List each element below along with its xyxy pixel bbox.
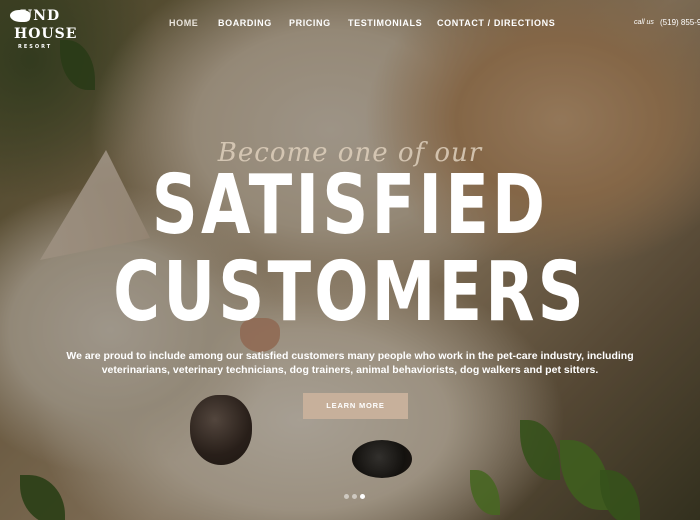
slider-pagination (344, 494, 370, 500)
nav-item-testimonials[interactable]: TESTIMONIALS (348, 18, 422, 28)
logo-text-line1: UND (20, 8, 61, 24)
slider-dot-active[interactable] (360, 494, 365, 499)
slider-dot[interactable] (352, 494, 357, 499)
slider-dot[interactable] (344, 494, 349, 499)
top-navigation: UND HOUSE RESORT HOME BOARDING PRICING T… (0, 0, 700, 50)
hero-title-line1: SATISFIED (151, 158, 549, 253)
hero-banner: UND HOUSE RESORT HOME BOARDING PRICING T… (0, 0, 700, 520)
hero-description: We are proud to include among our satisf… (66, 350, 634, 376)
learn-more-button[interactable]: LEARN MORE (303, 393, 408, 419)
nav-item-pricing[interactable]: PRICING (289, 18, 331, 28)
logo-text-line2: HOUSE (14, 26, 78, 42)
call-us-label: call us (634, 19, 654, 26)
nav-item-boarding[interactable]: BOARDING (218, 18, 272, 28)
nav-item-contact-directions[interactable]: CONTACT / DIRECTIONS (437, 18, 555, 28)
hero-title-line2: CUSTOMERS (113, 245, 587, 340)
phone-number-link[interactable]: (519) 855-95 (660, 18, 700, 27)
site-logo[interactable]: UND HOUSE RESORT (8, 4, 76, 52)
nav-item-home[interactable]: HOME (169, 18, 198, 28)
logo-text-line3: RESORT (18, 44, 53, 50)
